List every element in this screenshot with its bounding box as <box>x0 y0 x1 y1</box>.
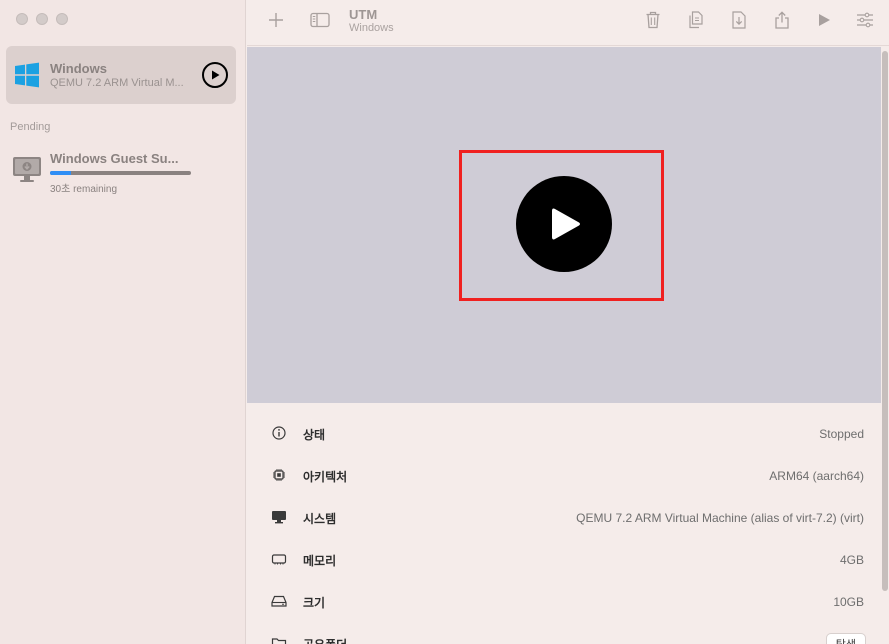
detail-row-status: 상태 Stopped <box>247 419 881 449</box>
windows-logo-icon <box>15 62 39 88</box>
vm-list-item-windows[interactable]: Windows QEMU 7.2 ARM Virtual M... <box>6 46 236 104</box>
pending-download-item[interactable]: Windows Guest Su... 30초 remaining <box>0 146 246 202</box>
detail-label: 아키텍처 <box>303 470 348 484</box>
run-vm-toolbar-button[interactable] <box>812 9 836 31</box>
detail-label: 메모리 <box>303 554 337 568</box>
disk-drive-icon <box>271 593 287 609</box>
vm-name: Windows <box>50 61 107 76</box>
zoom-window-button[interactable] <box>56 13 68 25</box>
detail-label: 상태 <box>303 428 326 442</box>
toolbar: UTM Windows <box>247 0 889 46</box>
window-controls <box>16 13 68 25</box>
detail-row-size: 크기 10GB <box>247 587 881 617</box>
detail-row-architecture: 아키텍처 ARM64 (aarch64) <box>247 461 881 491</box>
delete-vm-button[interactable] <box>641 9 665 31</box>
memory-icon <box>271 551 287 567</box>
vm-details: 상태 Stopped 아키텍처 ARM64 (aarch64) 시스템 QEMU… <box>247 403 881 644</box>
detail-label: 크기 <box>303 596 326 610</box>
detail-value: 10GB <box>833 595 864 609</box>
download-progress-bar <box>50 171 191 175</box>
detail-label: 공유폴더 <box>303 636 347 644</box>
share-icon <box>775 11 789 29</box>
pending-name: Windows Guest Su... <box>50 151 179 166</box>
detail-row-system: 시스템 QEMU 7.2 ARM Virtual Machine (alias … <box>247 503 881 533</box>
add-vm-button[interactable] <box>264 9 288 31</box>
sidebar-icon <box>310 12 330 28</box>
clone-vm-button[interactable] <box>684 9 708 31</box>
play-icon <box>819 14 830 26</box>
detail-label: 시스템 <box>303 512 337 526</box>
vm-display-icon <box>13 157 41 182</box>
display-icon <box>271 509 287 525</box>
sidebar: Windows QEMU 7.2 ARM Virtual M... Pendin… <box>0 0 246 644</box>
download-progress-fill <box>50 171 72 175</box>
window-subtitle: Windows <box>349 22 394 34</box>
browse-button[interactable]: 탐색 <box>825 633 866 644</box>
pending-remaining-time: 30초 remaining <box>50 184 118 195</box>
download-file-icon <box>732 11 746 29</box>
detail-value: ARM64 (aarch64) <box>769 469 864 483</box>
toggle-sidebar-button[interactable] <box>308 9 332 31</box>
cpu-chip-icon <box>271 467 287 483</box>
sliders-icon <box>857 12 873 28</box>
vertical-scrollbar[interactable] <box>881 47 889 644</box>
duplicate-icon <box>689 11 703 29</box>
detail-value: 4GB <box>839 553 864 567</box>
export-vm-button[interactable] <box>727 9 751 31</box>
scroll-thumb[interactable] <box>882 51 888 591</box>
detail-row-memory: 메모리 4GB <box>247 545 881 575</box>
start-vm-button[interactable] <box>516 176 612 272</box>
play-icon <box>212 70 220 80</box>
minimize-window-button[interactable] <box>36 13 48 25</box>
edit-vm-settings-button[interactable] <box>853 9 877 31</box>
detail-row-shared-folder: 공유폴더 탐색 <box>247 629 881 644</box>
trash-icon <box>646 11 660 29</box>
vm-run-button[interactable] <box>202 62 228 88</box>
vm-subtitle: QEMU 7.2 ARM Virtual M... <box>50 77 184 89</box>
plus-icon <box>269 13 283 27</box>
close-window-button[interactable] <box>16 13 28 25</box>
detail-value: Stopped <box>819 427 864 441</box>
window-title: UTM <box>349 7 378 22</box>
detail-value: QEMU 7.2 ARM Virtual Machine (alias of v… <box>576 511 864 525</box>
folder-icon <box>271 635 287 644</box>
vm-preview <box>247 47 881 403</box>
section-label-pending: Pending <box>10 121 51 133</box>
share-vm-button[interactable] <box>770 9 794 31</box>
play-icon <box>552 208 580 240</box>
info-icon <box>271 425 287 441</box>
